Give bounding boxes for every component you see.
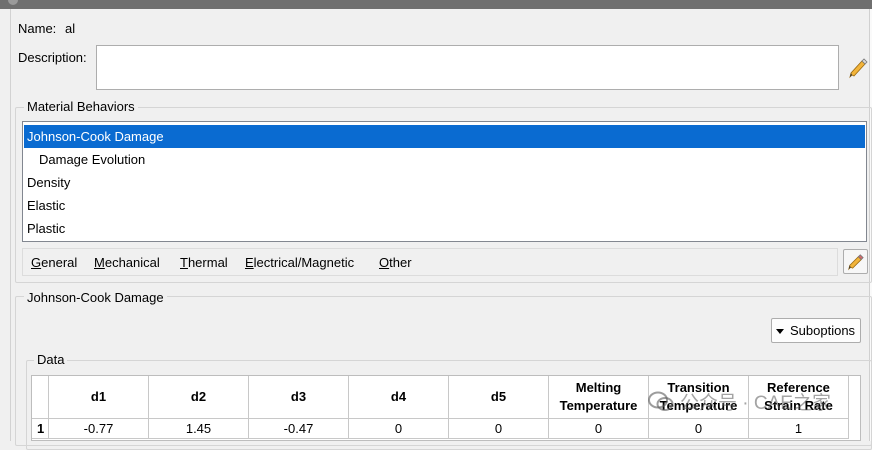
material-name-value: al (65, 21, 76, 36)
table-cell-d5[interactable]: 0 (449, 419, 549, 439)
behavior-item-elastic[interactable]: Elastic (24, 194, 865, 217)
table-cell-transition-temperature[interactable]: 0 (649, 419, 749, 439)
header-d3[interactable]: d3 (249, 376, 349, 419)
pencil-icon (848, 254, 864, 271)
window-icon (8, 0, 18, 5)
data-group-title: Data (34, 352, 68, 367)
behavior-item-plastic[interactable]: Plastic (24, 217, 865, 240)
header-d4[interactable]: d4 (349, 376, 449, 419)
name-label: Name: (18, 21, 57, 36)
triangle-down-icon (776, 328, 784, 334)
material-behaviors-title: Material Behaviors (24, 99, 138, 114)
pencil-icon[interactable] (846, 55, 870, 79)
menu-general[interactable]: General (31, 255, 77, 270)
behaviors-list[interactable]: Johnson-Cook Damage Damage Evolution Den… (22, 121, 867, 242)
table-cell-d3[interactable]: -0.47 (249, 419, 349, 439)
window-titlebar (0, 0, 872, 9)
suboptions-button[interactable]: Suboptions (771, 318, 861, 343)
menu-other[interactable]: Other (379, 255, 412, 270)
table-cell-d2[interactable]: 1.45 (149, 419, 249, 439)
table-cell-d4[interactable]: 0 (349, 419, 449, 439)
data-table[interactable]: d1 d2 d3 d4 d5 Melting Temperature Trans… (31, 375, 861, 441)
table-cell-reference-strain-rate[interactable]: 1 (749, 419, 849, 439)
table-cell-melting-temperature[interactable]: 0 (549, 419, 649, 439)
behavior-item-johnson-cook-damage[interactable]: Johnson-Cook Damage (24, 125, 865, 148)
menu-mechanical[interactable]: Mechanical (94, 255, 160, 270)
header-reference-strain-rate[interactable]: Reference Strain Rate (749, 376, 849, 419)
edit-behavior-button[interactable] (843, 249, 868, 274)
description-label: Description: (18, 50, 87, 65)
description-field[interactable] (96, 45, 839, 90)
table-corner (32, 376, 49, 419)
header-d2[interactable]: d2 (149, 376, 249, 419)
header-melting-temperature[interactable]: Melting Temperature (549, 376, 649, 419)
header-transition-temperature[interactable]: Transition Temperature (649, 376, 749, 419)
behavior-item-density[interactable]: Density (24, 171, 865, 194)
table-cell-d1[interactable]: -0.77 (49, 419, 149, 439)
behavior-editor-title: Johnson-Cook Damage (24, 290, 167, 305)
row-number[interactable]: 1 (32, 419, 49, 439)
menu-thermal[interactable]: Thermal (180, 255, 228, 270)
left-panel-edge (0, 9, 11, 441)
behavior-menubar: General Mechanical Thermal Electrical/Ma… (22, 248, 838, 276)
menu-electrical-magnetic[interactable]: Electrical/Magnetic (245, 255, 354, 270)
header-d1[interactable]: d1 (49, 376, 149, 419)
header-d5[interactable]: d5 (449, 376, 549, 419)
behavior-item-damage-evolution[interactable]: Damage Evolution (24, 148, 865, 171)
